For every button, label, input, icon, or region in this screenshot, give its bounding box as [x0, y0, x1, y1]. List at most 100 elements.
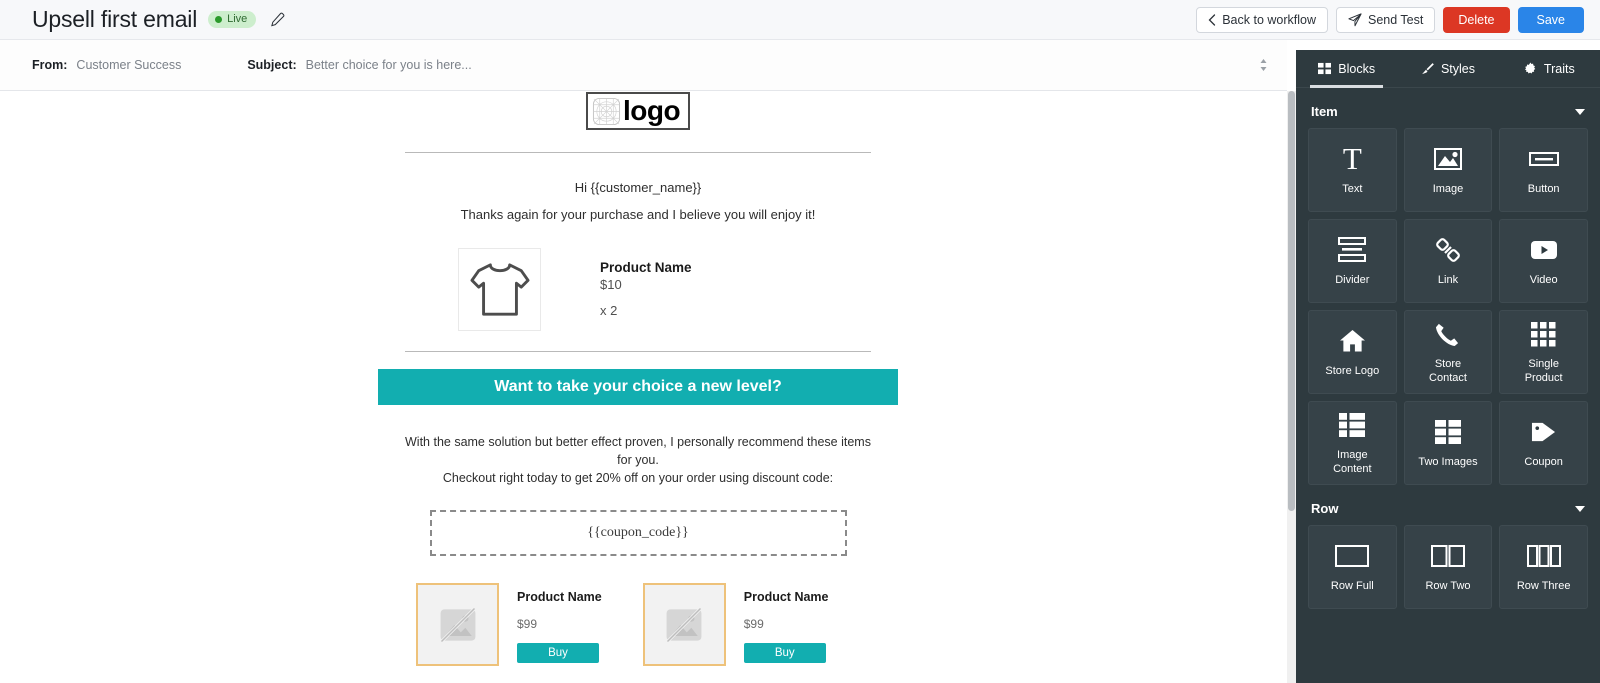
recommended-product-price: $99 — [744, 604, 829, 631]
page-title: Upsell first email — [32, 8, 197, 31]
block-row-full[interactable]: Row Full — [1308, 525, 1397, 609]
broken-image-icon — [436, 603, 480, 647]
coupon-code-box[interactable]: {{coupon_code}} — [430, 510, 847, 556]
block-label: Two Images — [1418, 456, 1477, 469]
promo-banner[interactable]: Want to take your choice a new level? — [378, 369, 898, 405]
cta-block: Pick another here — [405, 666, 871, 683]
text-t-icon: T — [1343, 144, 1362, 174]
block-store-contact[interactable]: Store Contact — [1404, 310, 1493, 394]
send-test-label: Send Test — [1368, 14, 1423, 27]
updown-arrows-icon[interactable] — [1257, 57, 1269, 73]
block-text[interactable]: T Text — [1308, 128, 1397, 212]
delete-button[interactable]: Delete — [1443, 7, 1509, 33]
buy-button[interactable]: Buy — [744, 643, 826, 663]
recommended-product-image[interactable] — [416, 583, 499, 666]
panel-tabs: Blocks Styles Traits — [1296, 50, 1600, 88]
send-test-button[interactable]: Send Test — [1336, 7, 1435, 33]
brush-icon — [1421, 62, 1434, 75]
tab-traits-label: Traits — [1544, 62, 1575, 76]
block-label: Store Logo — [1325, 365, 1379, 378]
email-canvas[interactable]: logo Hi {{customer_name}} Thanks again f… — [0, 91, 1287, 683]
block-label: Divider — [1335, 274, 1369, 287]
section-header-row[interactable]: Row — [1296, 485, 1600, 525]
top-toolbar-left: Upsell first email Live — [0, 8, 287, 31]
subject-value[interactable]: Better choice for you is here... — [306, 58, 472, 72]
section-title-row: Row — [1311, 501, 1338, 516]
tab-blocks[interactable]: Blocks — [1296, 50, 1397, 87]
block-image[interactable]: Image — [1404, 128, 1493, 212]
email-thanks-text[interactable]: Thanks again for your purchase and I bel… — [405, 195, 871, 222]
image-content-list-icon — [1339, 410, 1365, 440]
recommended-products-row: Product Name $99 Buy — [405, 556, 871, 666]
block-single-product[interactable]: Single Product — [1499, 310, 1588, 394]
back-to-workflow-button[interactable]: Back to workflow — [1196, 7, 1328, 33]
recommended-product-name: Product Name — [517, 590, 602, 604]
recommended-product-price: $99 — [517, 604, 602, 631]
block-button[interactable]: Button — [1499, 128, 1588, 212]
recommended-product-card[interactable]: Product Name $99 Buy — [643, 583, 829, 666]
chevron-down-icon[interactable] — [1575, 109, 1585, 115]
save-button[interactable]: Save — [1518, 7, 1585, 33]
blocks-grid-icon — [1318, 62, 1331, 75]
block-video[interactable]: Video — [1499, 219, 1588, 303]
coupon-tag-icon — [1530, 417, 1557, 447]
block-label: Row Two — [1425, 580, 1470, 593]
tab-blocks-label: Blocks — [1338, 62, 1375, 76]
save-label: Save — [1537, 14, 1566, 27]
section-title-item: Item — [1311, 104, 1338, 119]
block-divider[interactable]: Divider — [1308, 219, 1397, 303]
promo-banner-text: Want to take your choice a new level? — [494, 378, 781, 396]
subject-label: Subject: — [247, 58, 296, 72]
block-label: Image Content — [1333, 449, 1372, 475]
recommended-product-card[interactable]: Product Name $99 Buy — [416, 583, 602, 666]
grid-nine-icon — [1531, 319, 1556, 349]
back-to-workflow-label: Back to workflow — [1222, 14, 1316, 27]
section-header-item[interactable]: Item — [1296, 88, 1600, 128]
right-panel: Blocks Styles Traits Item T Text — [1296, 50, 1600, 683]
video-play-icon — [1530, 235, 1558, 265]
purchased-product-quantity: x 2 — [600, 292, 692, 318]
buy-button[interactable]: Buy — [517, 643, 599, 663]
logo-box: logo — [586, 92, 690, 130]
promo-text-block[interactable]: With the same solution but better effect… — [405, 405, 871, 487]
from-value[interactable]: Customer Success — [76, 58, 181, 72]
block-label: Video — [1530, 274, 1558, 287]
block-grid-item: T Text Image Button Divider — [1296, 128, 1600, 485]
block-coupon[interactable]: Coupon — [1499, 401, 1588, 485]
purchased-product-info: Product Name $10 x 2 — [600, 248, 692, 318]
block-image-content[interactable]: Image Content — [1308, 401, 1397, 485]
tab-traits[interactable]: Traits — [1499, 50, 1600, 87]
block-row-three[interactable]: Row Three — [1499, 525, 1588, 609]
block-grid-row: Row Full Row Two Row Three — [1296, 525, 1600, 609]
block-label: Image — [1433, 183, 1464, 196]
canvas-scrollbar-thumb[interactable] — [1288, 91, 1295, 511]
pencil-icon[interactable] — [267, 10, 287, 30]
divider-middle[interactable] — [405, 351, 871, 352]
top-toolbar-actions: Back to workflow Send Test Delete Save — [1196, 0, 1584, 40]
status-dot-icon — [215, 16, 222, 23]
chevron-down-icon[interactable] — [1575, 506, 1585, 512]
logo-block[interactable]: logo — [405, 91, 871, 130]
logo-placeholder-icon — [592, 97, 621, 126]
purchased-product-image[interactable] — [458, 248, 541, 331]
purchased-product-block[interactable]: Product Name $10 x 2 — [405, 222, 871, 331]
block-label: Row Full — [1331, 580, 1374, 593]
chevron-left-icon — [1208, 14, 1216, 26]
block-label: Button — [1528, 183, 1560, 196]
tab-styles[interactable]: Styles — [1397, 50, 1498, 87]
block-label: Single Product — [1525, 358, 1563, 384]
recommended-product-image[interactable] — [643, 583, 726, 666]
canvas-scrollbar[interactable] — [1287, 91, 1296, 683]
email-builder-app: Upsell first email Live Back to workflow… — [0, 0, 1600, 683]
block-link[interactable]: Link — [1404, 219, 1493, 303]
email-document: logo Hi {{customer_name}} Thanks again f… — [405, 91, 871, 683]
block-row-two[interactable]: Row Two — [1404, 525, 1493, 609]
block-two-images[interactable]: Two Images — [1404, 401, 1493, 485]
paper-plane-icon — [1348, 13, 1362, 27]
link-icon — [1435, 235, 1461, 265]
phone-icon — [1435, 319, 1460, 349]
promo-line-1: With the same solution but better effect… — [405, 435, 871, 467]
block-store-logo[interactable]: Store Logo — [1308, 310, 1397, 394]
email-greeting[interactable]: Hi {{customer_name}} — [405, 153, 871, 195]
purchased-product-name: Product Name — [600, 260, 692, 275]
